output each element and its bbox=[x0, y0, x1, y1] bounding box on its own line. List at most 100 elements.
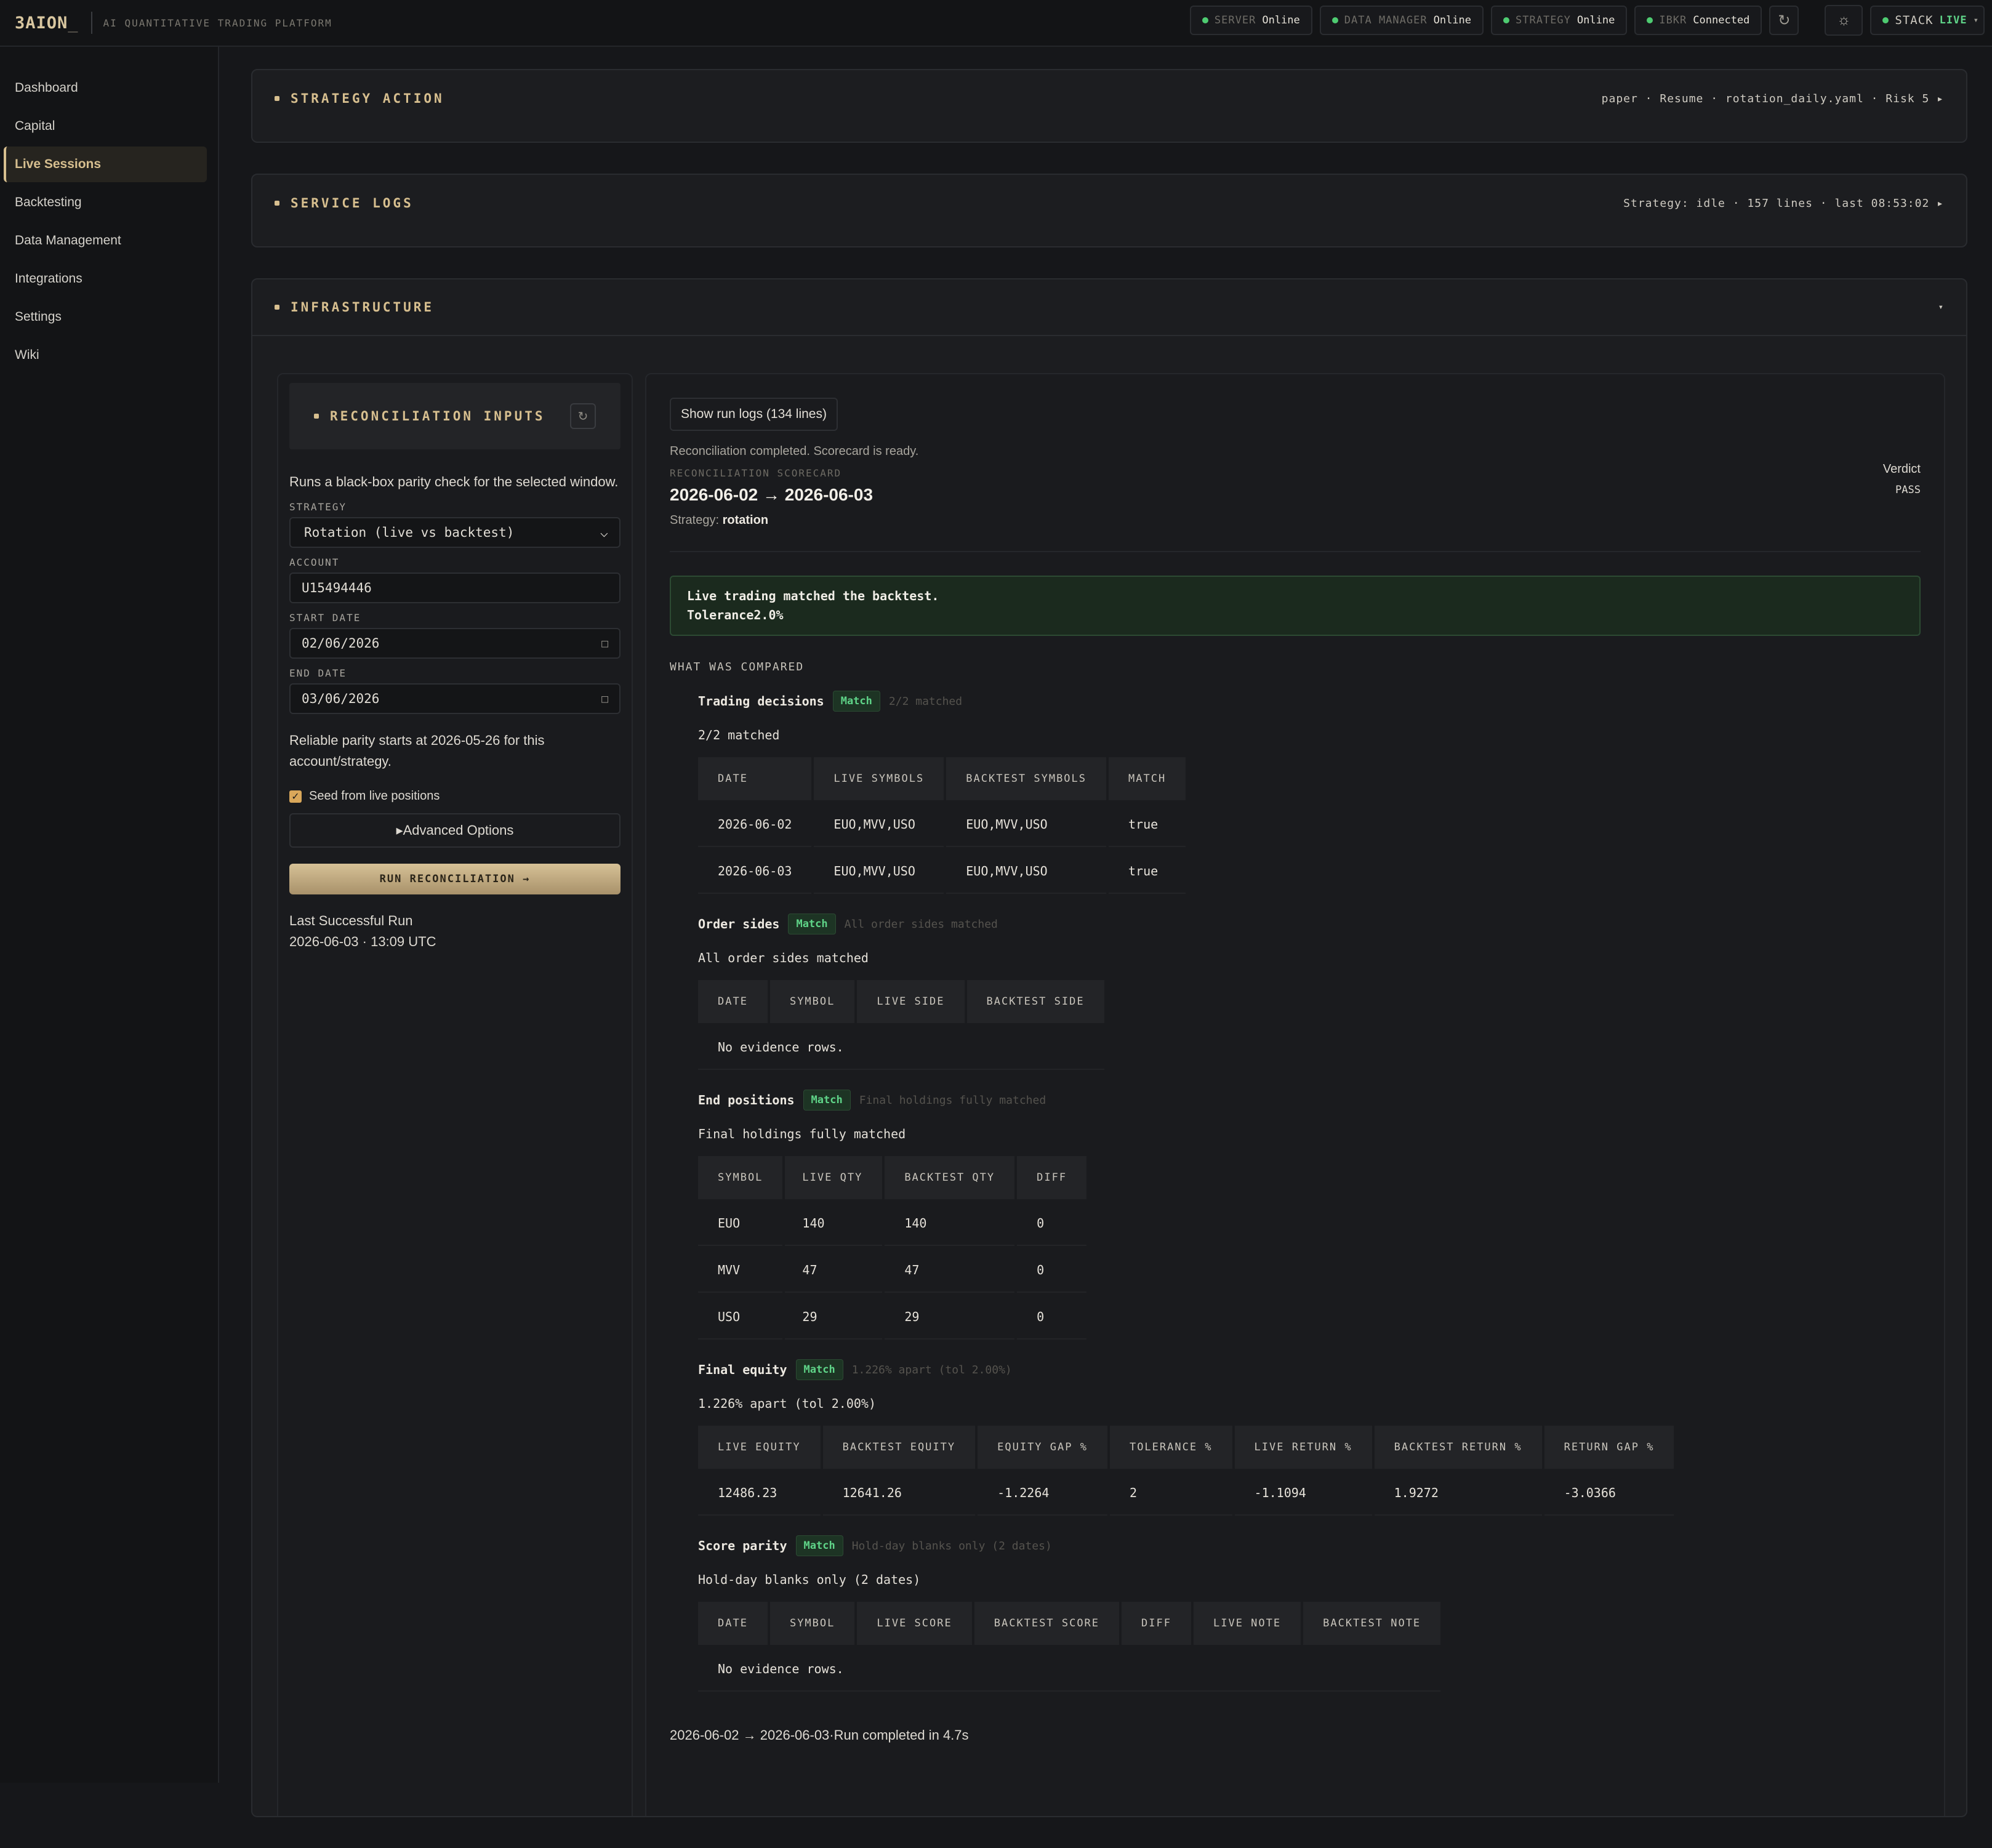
table-row: No evidence rows. bbox=[698, 1647, 1441, 1692]
bullet-icon bbox=[275, 96, 279, 101]
table-cell: true bbox=[1109, 803, 1186, 847]
collapse-chevron-icon[interactable]: ▾ bbox=[1938, 302, 1944, 312]
refresh-icon: ↻ bbox=[1778, 12, 1791, 29]
refresh-inputs-button[interactable]: ↻ bbox=[570, 403, 596, 429]
table-cell: MVV bbox=[698, 1248, 783, 1293]
status-dot-icon bbox=[1202, 17, 1208, 23]
column-header: BACKTEST RETURN % bbox=[1374, 1426, 1542, 1469]
comparison-title: End positions bbox=[698, 1093, 795, 1107]
sidebar-item-backtesting[interactable]: Backtesting bbox=[4, 185, 207, 220]
final-equity-header[interactable]: Final equity Match 1.226% apart (tol 2.0… bbox=[698, 1359, 1921, 1380]
score-parity-header[interactable]: Score parity Match Hold-day blanks only … bbox=[698, 1535, 1921, 1556]
end-date-label: END DATE bbox=[289, 667, 347, 679]
table-row: 12486.23 12641.26 -1.2264 2 -1.1094 1.92… bbox=[698, 1471, 1674, 1516]
status-value: Online bbox=[1576, 14, 1615, 26]
empty-state: No evidence rows. bbox=[698, 1647, 1441, 1692]
service-logs-header[interactable]: SERVICE LOGS Strategy: idle · 157 lines … bbox=[252, 175, 1966, 231]
status-dot-icon bbox=[1647, 17, 1653, 23]
table-cell: 29 bbox=[885, 1295, 1015, 1340]
status-strategy[interactable]: STRATEGY Online bbox=[1491, 6, 1628, 35]
table-cell: 2 bbox=[1109, 1471, 1232, 1516]
sidebar-item-data-management[interactable]: Data Management bbox=[4, 223, 207, 259]
verdict: Verdict PASS bbox=[1883, 462, 1921, 496]
comparison-summary: Final holdings fully matched bbox=[859, 1093, 1046, 1107]
seed-positions-checkbox-row[interactable]: ✓ Seed from live positions bbox=[289, 789, 620, 803]
infrastructure-header[interactable]: INFRASTRUCTURE ▾ bbox=[252, 279, 1966, 336]
sidebar-item-dashboard[interactable]: Dashboard bbox=[4, 70, 207, 106]
comparison-summary: 1.226% apart (tol 2.00%) bbox=[851, 1363, 1012, 1376]
column-header: SYMBOL bbox=[769, 1602, 855, 1645]
reconciliation-inputs-title: RECONCILIATION INPUTS bbox=[330, 409, 545, 424]
comparison-title: Score parity bbox=[698, 1538, 787, 1553]
scorecard-strategy: Strategy: rotation bbox=[670, 513, 1921, 528]
status-dot-icon bbox=[1503, 17, 1510, 23]
end-date-input[interactable]: 03/06/2026 □ bbox=[289, 683, 620, 714]
strategy-select-value: Rotation (live vs backtest) bbox=[304, 525, 515, 540]
table-cell: -3.0366 bbox=[1544, 1471, 1674, 1516]
run-reconciliation-button[interactable]: RUN RECONCILIATION → bbox=[289, 864, 620, 894]
bullet-icon bbox=[314, 414, 319, 419]
brand-logo[interactable]: 3AION_ bbox=[15, 14, 79, 33]
calendar-icon[interactable]: □ bbox=[601, 693, 608, 705]
match-badge: Match bbox=[795, 1359, 843, 1380]
status-value: Connected bbox=[1693, 14, 1750, 26]
table-cell: 2026-06-03 bbox=[698, 850, 812, 894]
service-logs-panel: SERVICE LOGS Strategy: idle · 157 lines … bbox=[251, 174, 1967, 247]
sidebar: Dashboard Capital Live Sessions Backtest… bbox=[0, 47, 219, 1783]
sun-icon: ☼ bbox=[1837, 12, 1851, 28]
strategy-action-header[interactable]: STRATEGY ACTION paper · Resume · rotatio… bbox=[252, 70, 1966, 127]
comparison-title: Order sides bbox=[698, 917, 780, 931]
table-cell: 47 bbox=[785, 1248, 883, 1293]
section-title: INFRASTRUCTURE bbox=[275, 300, 434, 315]
order-sides-header[interactable]: Order sides Match All order sides matche… bbox=[698, 914, 1921, 934]
brand-divider bbox=[90, 12, 92, 34]
theme-toggle-button[interactable]: ☼ bbox=[1825, 5, 1863, 36]
calendar-icon[interactable]: □ bbox=[601, 637, 608, 650]
show-run-logs-button[interactable]: Show run logs (134 lines) bbox=[670, 398, 838, 431]
sidebar-item-capital[interactable]: Capital bbox=[4, 108, 207, 144]
table-cell: 0 bbox=[1017, 1248, 1087, 1293]
seed-positions-checkbox[interactable]: ✓ bbox=[289, 790, 302, 803]
reconciliation-form: Runs a black-box parity check for the se… bbox=[278, 472, 632, 952]
what-was-compared-heading: WHAT WAS COMPARED bbox=[670, 661, 805, 673]
table-row: USO 29 29 0 bbox=[698, 1295, 1087, 1340]
status-ibkr[interactable]: IBKR Connected bbox=[1634, 6, 1762, 35]
trading-decisions-header[interactable]: Trading decisions Match 2/2 matched bbox=[698, 691, 1921, 712]
section-title: STRATEGY ACTION bbox=[275, 91, 444, 106]
column-header: LIVE NOTE bbox=[1193, 1602, 1301, 1645]
match-badge: Match bbox=[832, 691, 880, 712]
table-row: 2026-06-02 EUO,MVV,USO EUO,MVV,USO true bbox=[698, 803, 1186, 847]
end-positions-header[interactable]: End positions Match Final holdings fully… bbox=[698, 1090, 1921, 1111]
start-date-input[interactable]: 02/06/2026 □ bbox=[289, 628, 620, 659]
status-data-manager[interactable]: DATA MANAGER Online bbox=[1319, 6, 1484, 35]
status-value: Online bbox=[1262, 14, 1300, 26]
start-date-label: START DATE bbox=[289, 612, 361, 624]
column-header: BACKTEST SCORE bbox=[974, 1602, 1120, 1645]
account-label: ACCOUNT bbox=[289, 556, 340, 568]
table-header-row: SYMBOL LIVE QTY BACKTEST QTY DIFF bbox=[698, 1156, 1087, 1199]
completion-message: Reconciliation completed. Scorecard is r… bbox=[670, 444, 919, 458]
status-label: STACK bbox=[1895, 14, 1934, 27]
form-description: Runs a black-box parity check for the se… bbox=[289, 474, 619, 489]
order-sides-table: DATE SYMBOL LIVE SIDE BACKTEST SIDE No e… bbox=[696, 978, 1107, 1072]
sidebar-item-integrations[interactable]: Integrations bbox=[4, 261, 207, 297]
table-cell: 1.9272 bbox=[1374, 1471, 1542, 1516]
sidebar-item-settings[interactable]: Settings bbox=[4, 299, 207, 335]
infrastructure-title: INFRASTRUCTURE bbox=[291, 300, 435, 315]
sidebar-item-live-sessions[interactable]: Live Sessions bbox=[4, 147, 207, 182]
refresh-status-button[interactable]: ↻ bbox=[1769, 6, 1799, 35]
brand-name: 3AION bbox=[15, 13, 68, 33]
table-cell: 0 bbox=[1017, 1295, 1087, 1340]
table-cell: EUO,MVV,USO bbox=[814, 850, 944, 894]
account-input[interactable]: U15494446 bbox=[289, 572, 620, 603]
status-stack[interactable]: STACK LIVE ▾ bbox=[1870, 6, 1985, 35]
table-cell: 140 bbox=[785, 1202, 883, 1246]
column-header: BACKTEST NOTE bbox=[1303, 1602, 1441, 1645]
sidebar-item-wiki[interactable]: Wiki bbox=[4, 337, 207, 373]
status-server[interactable]: SERVER Online bbox=[1189, 6, 1312, 35]
strategy-name: rotation bbox=[722, 513, 769, 527]
advanced-options-button[interactable]: ▸Advanced Options bbox=[289, 813, 620, 848]
strategy-select[interactable]: Rotation (live vs backtest) ⌵ bbox=[289, 517, 620, 548]
column-header: DATE bbox=[698, 980, 768, 1023]
table-header-row: DATE SYMBOL LIVE SIDE BACKTEST SIDE bbox=[698, 980, 1104, 1023]
